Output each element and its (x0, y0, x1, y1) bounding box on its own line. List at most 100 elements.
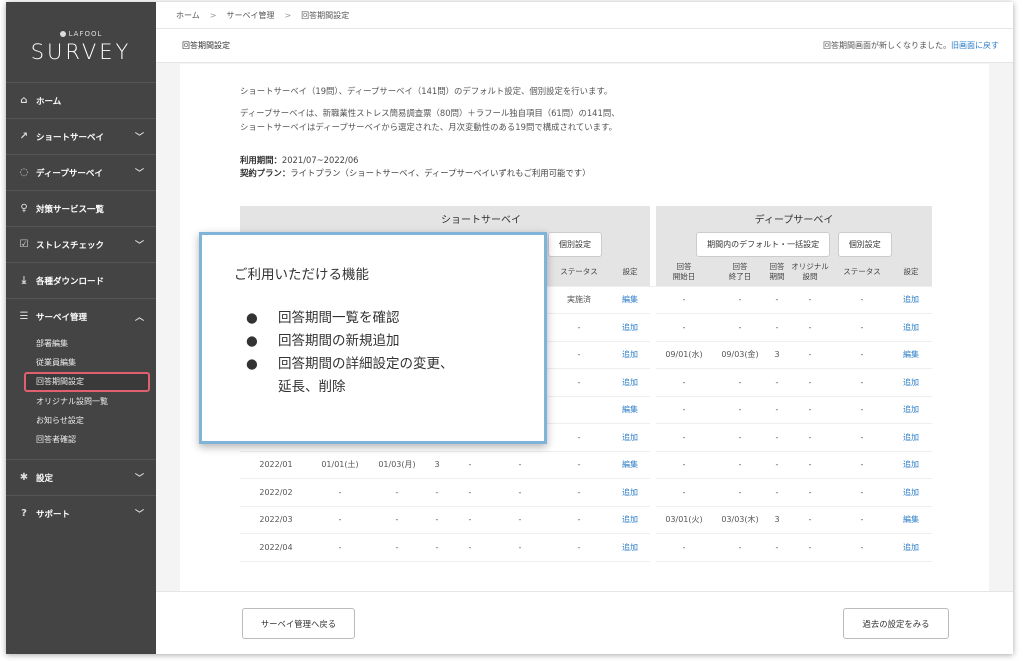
chevron-down-icon[interactable]: ﹀ (135, 471, 144, 484)
sidebar-nav: ⌂ ホーム ↗ ショートサーベイ ﹀ ◌ ディープサーベイ ﹀ ♀ 対策サービス一覧 ☑ ストレスチェ… (6, 82, 156, 334)
sidebar-item-1[interactable]: ↗ ショートサーベイ ﹀ (6, 118, 156, 154)
old-screen-link[interactable]: 旧画面に戻す (951, 41, 999, 50)
deep-cell: - (768, 451, 786, 479)
short-column-header: 設定 (610, 258, 650, 287)
deep-cell: - (786, 506, 834, 534)
intro-text: ショートサーベイ（19問）、ディープサーベイ（141問）のデフォルト設定、個別設… (180, 64, 989, 134)
subnav-item[interactable]: 回答者確認 (6, 430, 156, 449)
logo-brand-small: LAFOOL (68, 30, 103, 38)
sidebar-item-label: サポート (36, 509, 71, 520)
chevron-down-icon[interactable]: ﹀ (135, 238, 144, 251)
sidebar-item-2[interactable]: ◌ ディープサーベイ ﹀ (6, 154, 156, 190)
breadcrumb: ホーム > サーベイ管理 > 回答期間設定 (156, 2, 1013, 29)
deep-cell: - (768, 533, 786, 562)
logo[interactable]: LAFOOL SURVEY (6, 2, 156, 82)
deep-setting-link[interactable]: 追加 (890, 478, 932, 507)
page-header: 回答期間設定 回答期間画面が新しくなりました。旧画面に戻す (156, 29, 1013, 63)
short-cell: - (426, 533, 448, 562)
short-individual-button[interactable]: 個別設定 (548, 232, 602, 258)
sidebar-item-6[interactable]: ☰ サーベイ管理 ︿ (6, 298, 156, 334)
back-to-survey-admin-button[interactable]: サーベイ管理へ戻る (242, 608, 355, 639)
short-setting-link[interactable]: 追加 (610, 313, 650, 342)
deep-setting-link[interactable]: 追加 (890, 396, 932, 424)
breadcrumb-home[interactable]: ホーム (176, 10, 200, 21)
short-setting-link[interactable]: 編集 (610, 396, 650, 424)
deep-setting-link[interactable]: 追加 (890, 286, 932, 314)
subnav-item[interactable]: お知らせ設定 (6, 411, 156, 430)
sidebar-item-0[interactable]: ⌂ ホーム (6, 82, 156, 118)
deep-cell: - (656, 286, 712, 314)
breadcrumb-separator: > (209, 10, 217, 20)
deep-cell: - (656, 423, 712, 452)
short-cell: 3 (426, 451, 448, 479)
deep-cell: - (768, 368, 786, 397)
feature-callout: ご利用いただける機能 ● 回答期間一覧を確認 ● 回答期間の新規追加 ● 回答期間の詳… (199, 232, 547, 444)
short-setting-link[interactable]: 編集 (610, 451, 650, 479)
short-cell: - (312, 533, 368, 562)
deep-cell: - (786, 313, 834, 342)
short-setting-link[interactable]: 追加 (610, 506, 650, 534)
deep-column-header: 回答 開始日 (656, 258, 712, 287)
deep-column-header: 回答 終了日 (712, 258, 768, 287)
sidebar-item-label: ストレスチェック (36, 240, 105, 251)
short-cell: - (548, 478, 610, 507)
chevron-up-icon[interactable]: ︿ (135, 310, 144, 323)
sidebar-item-b0[interactable]: ✱ 設定 ﹀ (6, 459, 156, 495)
page-notice: 回答期間画面が新しくなりました。旧画面に戻す (823, 40, 999, 51)
intro-line-3: ショートサーベイはディープサーベイから選定された、月次変動性のある19問で構成さ… (240, 122, 617, 132)
short-setting-link[interactable]: 追加 (610, 368, 650, 397)
deep-setting-link[interactable]: 編集 (890, 506, 932, 534)
short-setting-link[interactable]: 編集 (610, 286, 650, 314)
short-setting-link[interactable]: 追加 (610, 478, 650, 507)
period-label: 利用期間： (240, 155, 282, 165)
deep-setting-link[interactable]: 追加 (890, 533, 932, 562)
plan-label: 契約プラン： (240, 168, 291, 178)
subnav-item[interactable]: 従業員編集 (6, 353, 156, 372)
home-icon: ⌂ (20, 95, 28, 106)
breadcrumb-survey-admin[interactable]: サーベイ管理 (226, 10, 274, 21)
bullet-icon: ● (246, 356, 258, 372)
bulb-icon: ♀ (20, 203, 28, 214)
short-setting-link[interactable]: 追加 (610, 423, 650, 452)
callout-item: ● 回答期間の新規追加 (246, 330, 454, 353)
short-cell: - (312, 506, 368, 534)
short-cell: - (426, 506, 448, 534)
deep-individual-button[interactable]: 個別設定 (837, 232, 892, 258)
short-setting-link[interactable]: 追加 (610, 533, 650, 562)
short-setting-link[interactable]: 追加 (610, 341, 650, 369)
deep-cell: - (712, 423, 768, 452)
short-cell: - (368, 533, 426, 562)
deep-cell: - (834, 451, 890, 479)
sidebar-item-4[interactable]: ☑ ストレスチェック ﹀ (6, 226, 156, 262)
sidebar-item-label: ホーム (36, 96, 62, 107)
sidebar-item-b1[interactable]: ? サポート ﹀ (6, 495, 156, 531)
deep-cell: 09/01(水) (656, 341, 712, 369)
sidebar-item-3[interactable]: ♀ 対策サービス一覧 (6, 190, 156, 226)
subnav-item[interactable]: 回答期間設定 (24, 372, 150, 392)
deep-setting-link[interactable]: 編集 (890, 341, 932, 369)
deep-cell: - (786, 423, 834, 452)
sidebar-item-label: 設定 (36, 473, 54, 484)
deep-setting-link[interactable]: 追加 (890, 368, 932, 397)
deep-setting-link[interactable]: 追加 (890, 313, 932, 342)
deep-cell: - (834, 286, 890, 314)
circle-icon: ◌ (19, 167, 29, 178)
short-cell (548, 396, 610, 424)
deep-setting-link[interactable]: 追加 (890, 451, 932, 479)
chevron-down-icon[interactable]: ﹀ (135, 166, 144, 179)
deep-cell: - (656, 396, 712, 424)
short-cell: - (492, 506, 548, 534)
deep-column-header: オリジナル 設問 (786, 258, 834, 287)
deep-setting-link[interactable]: 追加 (890, 423, 932, 452)
deep-survey-title: ディープサーベイ (656, 206, 932, 231)
subnav-item[interactable]: 部署編集 (6, 334, 156, 353)
sidebar-item-5[interactable]: ⤓ 各種ダウンロード (6, 262, 156, 298)
subnav-item[interactable]: オリジナル設問一覧 (6, 392, 156, 411)
sidebar-item-label: ショートサーベイ (36, 132, 105, 143)
chevron-down-icon[interactable]: ﹀ (135, 130, 144, 143)
view-past-settings-button[interactable]: 過去の設定をみる (843, 608, 949, 639)
short-cell: 実施済 (548, 286, 610, 314)
chevron-down-icon[interactable]: ﹀ (135, 507, 144, 520)
deep-bulk-default-button[interactable]: 期間内のデフォルト・一括設定 (696, 232, 831, 258)
notice-text: 回答期間画面が新しくなりました。 (823, 41, 951, 50)
